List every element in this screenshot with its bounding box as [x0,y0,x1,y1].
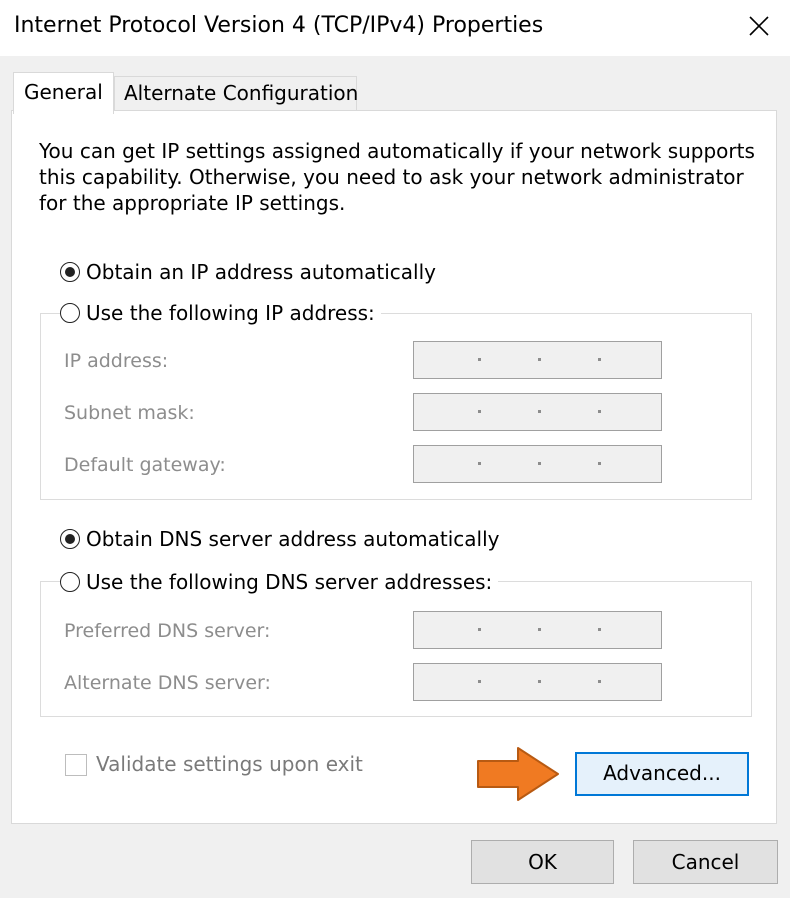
use-following-ip-radio[interactable]: Use the following IP address: [60,299,381,327]
alternate-dns-label: Alternate DNS server: [64,672,271,694]
validate-settings-checkbox[interactable] [65,754,87,776]
ok-button[interactable]: OK [471,840,614,884]
use-following-ip-label: Use the following IP address: [86,301,375,325]
use-following-dns-label: Use the following DNS server addresses: [86,570,493,594]
cancel-button[interactable]: Cancel [633,840,778,884]
arrow-right-icon [474,744,562,808]
use-following-dns-radio[interactable]: Use the following DNS server addresses: [60,568,499,596]
subnet-mask-input[interactable] [413,393,662,431]
radio-unselected-icon [60,572,80,592]
obtain-dns-auto-radio[interactable]: Obtain DNS server address automatically [60,525,506,553]
preferred-dns-label: Preferred DNS server: [64,620,271,642]
alternate-dns-input[interactable] [413,663,662,701]
validate-settings-label: Validate settings upon exit [96,752,363,776]
default-gateway-input[interactable] [413,445,662,483]
tab-general[interactable]: General [13,72,114,114]
window-title: Internet Protocol Version 4 (TCP/IPv4) P… [14,13,544,38]
close-icon [749,16,769,36]
ip-address-input[interactable] [413,341,662,379]
default-gateway-label: Default gateway: [64,454,226,476]
intro-text: You can get IP settings assigned automat… [39,139,755,215]
obtain-ip-auto-label: Obtain an IP address automatically [86,260,437,284]
radio-unselected-icon [60,303,80,323]
advanced-button[interactable]: Advanced... [575,752,749,796]
radio-selected-icon [60,262,80,282]
subnet-mask-label: Subnet mask: [64,402,195,424]
radio-selected-icon [60,529,80,549]
obtain-ip-auto-radio[interactable]: Obtain an IP address automatically [60,258,443,286]
tab-alternate-configuration[interactable]: Alternate Configuration [114,76,358,111]
ip-address-label: IP address: [64,350,169,372]
obtain-dns-auto-label: Obtain DNS server address automatically [86,527,500,551]
preferred-dns-input[interactable] [413,611,662,649]
close-button[interactable] [736,6,782,46]
